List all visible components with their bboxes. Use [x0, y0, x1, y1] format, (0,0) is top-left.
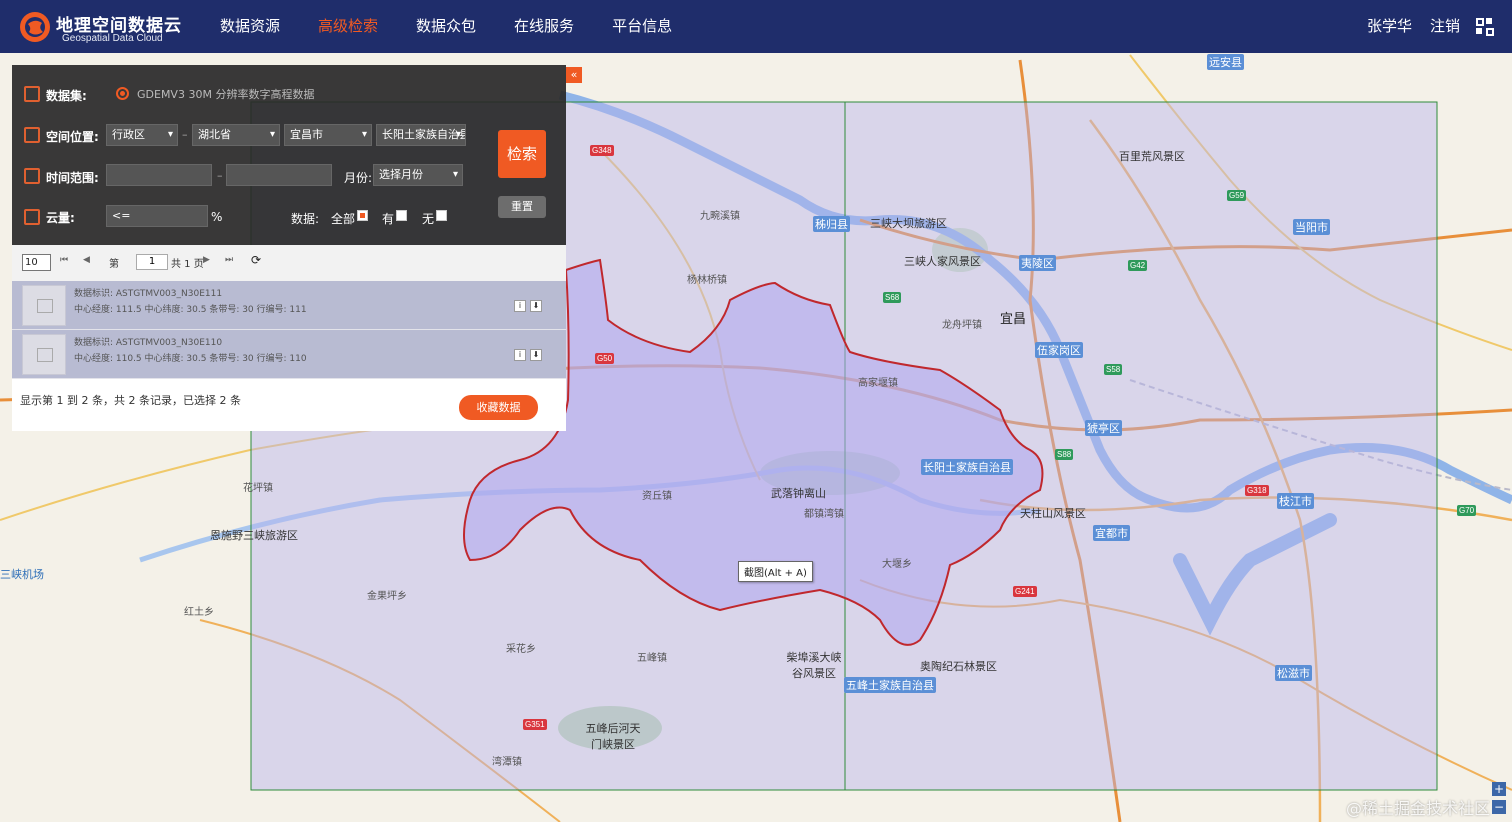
city-select[interactable]: 宜昌市 — [284, 124, 372, 146]
filter-all-label: 全部 — [331, 212, 356, 226]
user-name[interactable]: 张学华 — [1367, 0, 1412, 53]
location-dash: – — [182, 128, 188, 141]
calendar-icon — [24, 168, 40, 184]
result-id: 数据标识: ASTGTMV003_N30E110 — [74, 338, 223, 348]
filter-has-label: 有 — [382, 212, 395, 226]
page-size-select[interactable]: 10 — [22, 254, 51, 271]
nav-data-resources[interactable]: 数据资源 — [202, 0, 298, 53]
highway-shield-s88: S88 — [1055, 449, 1074, 460]
page-number-input[interactable]: 1 — [136, 254, 168, 270]
logo-subtitle: Geospatial Data Cloud — [62, 33, 163, 44]
location-pin-icon — [24, 127, 40, 143]
watermark-text: @稀土掘金技术社区 — [1345, 799, 1490, 818]
nav-crowdsourcing[interactable]: 数据众包 — [398, 0, 494, 53]
prev-page-icon[interactable]: ◀ — [83, 255, 90, 265]
results-panel: 10 ⏮ ◀ 第 1 共 1 页 ▶ ⏭ ⟳ 数据标识: ASTGTMV003_… — [12, 245, 566, 431]
highway-shield-g318: G318 — [1245, 485, 1269, 496]
zoom-in-button[interactable]: + — [1492, 782, 1506, 796]
site-logo[interactable]: 地理空间数据云 Geospatial Data Cloud — [18, 9, 188, 45]
cloud-unit: % — [211, 210, 223, 224]
page-prefix: 第 — [109, 259, 119, 270]
highway-shield-g241: G241 — [1013, 586, 1037, 597]
filter-all-checkbox[interactable] — [357, 210, 368, 221]
cloud-icon — [24, 209, 40, 225]
last-page-icon[interactable]: ⏭ — [225, 255, 233, 265]
result-id: 数据标识: ASTGTMV003_N30E111 — [74, 289, 223, 299]
thumbnail-image — [22, 334, 66, 375]
info-icon[interactable]: i — [514, 300, 526, 312]
logout-link[interactable]: 注销 — [1430, 0, 1460, 53]
info-icon[interactable]: i — [514, 349, 526, 361]
county-select[interactable]: 长阳土家族自治县 — [376, 124, 466, 146]
result-info: 中心经度: 111.5 中心纬度: 30.5 条带号: 30 行编号: 111 — [74, 305, 307, 315]
refresh-icon[interactable]: ⟳ — [251, 253, 261, 267]
download-icon[interactable]: ⬇ — [530, 300, 542, 312]
first-page-icon[interactable]: ⏮ — [60, 255, 68, 265]
highway-shield-g42: G42 — [1128, 260, 1148, 271]
highway-shield-g59: G59 — [1227, 190, 1247, 201]
dataset-label: 数据集: — [46, 89, 87, 103]
highway-shield-g70: G70 — [1457, 505, 1477, 516]
month-select[interactable]: 选择月份 — [373, 164, 463, 186]
highway-shield-g348: G348 — [590, 145, 614, 156]
cloud-label: 云量: — [46, 211, 75, 225]
filter-none-checkbox[interactable] — [436, 210, 447, 221]
result-row[interactable]: 数据标识: ASTGTMV003_N30E111 中心经度: 111.5 中心纬… — [12, 281, 566, 330]
globe-logo-icon — [20, 12, 50, 42]
dataset-value[interactable]: GDEMV3 30M 分辨率数字高程数据 — [137, 86, 314, 102]
next-page-icon[interactable]: ▶ — [203, 255, 210, 265]
reset-button[interactable]: 重置 — [498, 196, 546, 218]
filter-none-label: 无 — [422, 212, 435, 226]
page-total: 共 1 页 — [171, 259, 204, 270]
nav-platform-info[interactable]: 平台信息 — [594, 0, 690, 53]
location-mode-select[interactable]: 行政区 — [106, 124, 178, 146]
screenshot-tooltip: 截图(Alt + A) — [738, 561, 813, 582]
result-info: 中心经度: 110.5 中心纬度: 30.5 条带号: 30 行编号: 110 — [74, 354, 307, 364]
start-date-input[interactable] — [106, 164, 212, 186]
highway-shield-s58: S58 — [1104, 364, 1123, 375]
zoom-out-button[interactable]: − — [1492, 800, 1506, 814]
thumbnail-image — [22, 285, 66, 326]
month-label: 月份: — [344, 171, 373, 185]
location-label: 空间位置: — [46, 130, 99, 144]
dataset-radio[interactable] — [116, 87, 129, 100]
time-dash: – — [217, 169, 223, 182]
collapse-panel-button[interactable]: « — [566, 67, 582, 83]
data-filter-label: 数据: — [291, 212, 320, 226]
top-nav-bar: 地理空间数据云 Geospatial Data Cloud 数据资源 高级检索 … — [0, 0, 1512, 53]
result-row[interactable]: 数据标识: ASTGTMV003_N30E110 中心经度: 110.5 中心纬… — [12, 330, 566, 379]
nav-advanced-search[interactable]: 高级检索 — [300, 0, 396, 53]
search-panel: 数据集: GDEMV3 30M 分辨率数字高程数据 空间位置: 行政区 – 湖北… — [12, 65, 566, 245]
download-icon[interactable]: ⬇ — [530, 349, 542, 361]
time-label: 时间范围: — [46, 171, 99, 185]
province-select[interactable]: 湖北省 — [192, 124, 280, 146]
results-summary: 显示第 1 到 2 条，共 2 条记录，已选择 2 条 — [20, 394, 241, 407]
collect-data-button[interactable]: 收藏数据 — [459, 395, 538, 420]
filter-has-checkbox[interactable] — [396, 210, 407, 221]
main-nav: 数据资源 高级检索 数据众包 在线服务 平台信息 — [202, 0, 692, 53]
highway-shield-s68: S68 — [883, 292, 902, 303]
results-list: 数据标识: ASTGTMV003_N30E111 中心经度: 111.5 中心纬… — [12, 281, 566, 379]
end-date-input[interactable] — [226, 164, 332, 186]
search-button[interactable]: 检索 — [498, 130, 546, 178]
highway-shield-g351: G351 — [523, 719, 547, 730]
highway-shield-g50: G50 — [595, 353, 615, 364]
grid-icon[interactable] — [1476, 18, 1494, 36]
dataset-icon — [24, 86, 40, 102]
nav-online-services[interactable]: 在线服务 — [496, 0, 592, 53]
cloud-input[interactable]: <= — [106, 205, 208, 227]
pagination-bar: 10 ⏮ ◀ 第 1 共 1 页 ▶ ⏭ ⟳ — [12, 245, 566, 281]
